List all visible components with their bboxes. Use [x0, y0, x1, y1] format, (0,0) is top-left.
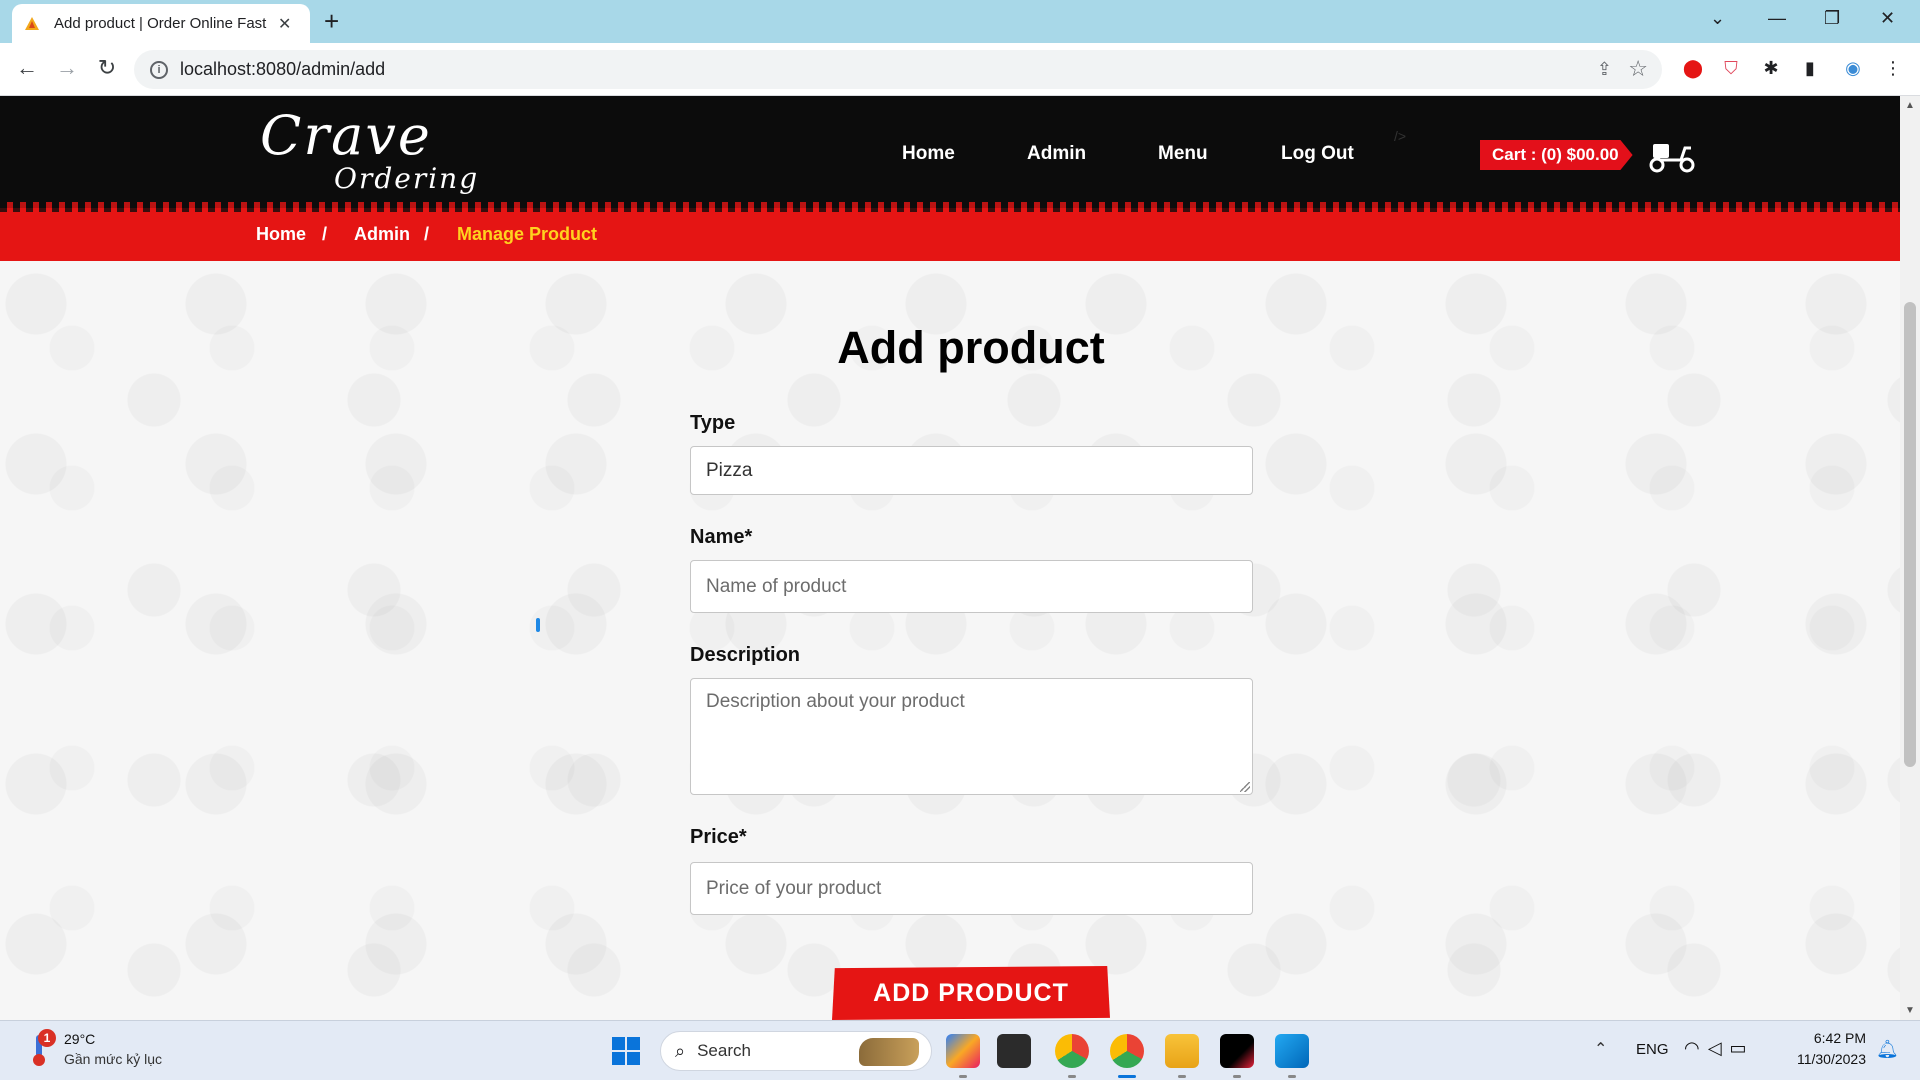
- intellij-app-icon[interactable]: [1220, 1034, 1254, 1078]
- site-header: Crave Ordering Home Admin Menu Log Out /…: [0, 96, 1900, 208]
- windows-start-icon[interactable]: [612, 1037, 640, 1065]
- tray-wifi-volume-battery-icon[interactable]: ◠◁▭: [1684, 1038, 1755, 1059]
- file-explorer-app-icon[interactable]: [1165, 1034, 1199, 1078]
- clock-date[interactable]: 11/30/2023: [1786, 1051, 1866, 1067]
- site-favicon-icon: [25, 16, 39, 30]
- site-info-icon[interactable]: i: [150, 60, 168, 79]
- close-window-icon[interactable]: ✕: [1880, 8, 1895, 29]
- nav-home[interactable]: Home: [902, 143, 955, 165]
- taskbar: 1 29°C Gần mức kỷ lục ⌕ Search ⌃ ENG ◠◁▭…: [0, 1020, 1920, 1080]
- stray-markup-text: />: [1394, 128, 1407, 144]
- close-tab-icon[interactable]: ✕: [278, 14, 291, 34]
- cart-button[interactable]: Cart : (0) $00.00: [1480, 140, 1633, 170]
- add-product-button[interactable]: ADD PRODUCT: [832, 966, 1110, 1020]
- side-panel-icon[interactable]: ▮: [1797, 55, 1823, 81]
- shield-extension-icon[interactable]: ⛉: [1718, 55, 1744, 81]
- browser-tab[interactable]: Add product | Order Online Fast ✕: [12, 4, 310, 43]
- price-label: Price*: [690, 826, 747, 848]
- input-language[interactable]: ENG: [1636, 1041, 1669, 1058]
- nav-logout[interactable]: Log Out: [1281, 143, 1354, 165]
- description-field[interactable]: Description about your product: [690, 678, 1253, 795]
- loading-indicator: [536, 618, 540, 632]
- forward-arrow-icon[interactable]: →: [52, 55, 82, 81]
- back-arrow-icon[interactable]: ←: [12, 55, 42, 81]
- delivery-scooter-icon[interactable]: [1647, 136, 1697, 174]
- taskbar-search[interactable]: ⌕ Search: [660, 1031, 932, 1071]
- price-field[interactable]: Price of your product: [690, 862, 1253, 915]
- resize-handle-icon[interactable]: [1240, 782, 1250, 792]
- breadcrumb-admin[interactable]: Admin: [354, 224, 410, 245]
- page-title: Add product: [837, 322, 1105, 373]
- minimize-icon[interactable]: —: [1768, 8, 1786, 29]
- weather-alert-badge: 1: [38, 1029, 56, 1047]
- menu-kebab-icon[interactable]: ⋮: [1880, 55, 1906, 81]
- description-placeholder: Description about your product: [706, 691, 965, 712]
- type-field[interactable]: Pizza: [690, 446, 1253, 495]
- task-view-app-icon[interactable]: [997, 1034, 1031, 1068]
- type-label: Type: [690, 412, 736, 434]
- copilot-preview-app-icon[interactable]: [946, 1034, 980, 1078]
- notification-bell-icon[interactable]: 🔔︎: [1876, 1039, 1899, 1060]
- weather-temperature[interactable]: 29°C: [64, 1031, 95, 1047]
- breadcrumb-separator: /: [424, 224, 430, 244]
- weather-description[interactable]: Gần mức kỷ lục: [64, 1051, 162, 1067]
- address-bar[interactable]: i localhost:8080/admin/add ⇪ ☆: [134, 50, 1662, 89]
- extensions-puzzle-icon[interactable]: ✱: [1758, 55, 1784, 81]
- page-content: Crave Ordering Home Admin Menu Log Out /…: [0, 96, 1900, 1020]
- scrollbar-thumb[interactable]: [1904, 302, 1916, 767]
- scroll-up-icon[interactable]: ▲: [1905, 100, 1915, 111]
- breadcrumb-current: Manage Product: [457, 224, 598, 244]
- tray-overflow-chevron-icon[interactable]: ⌃: [1594, 1039, 1607, 1059]
- name-label: Name*: [690, 526, 753, 548]
- breadcrumb-separator: /: [322, 224, 328, 244]
- address-url: localhost:8080/admin/add: [180, 59, 386, 79]
- nav-admin[interactable]: Admin: [1027, 143, 1086, 165]
- page-scrollbar[interactable]: ▲ ▼: [1900, 96, 1920, 1020]
- breadcrumb: Home / Admin / Manage Product: [0, 202, 1900, 261]
- search-label: Search: [697, 1041, 751, 1060]
- chrome-active-app-icon[interactable]: [1110, 1034, 1144, 1078]
- chrome-app-icon[interactable]: [1055, 1034, 1089, 1078]
- vscode-app-icon[interactable]: [1275, 1034, 1309, 1078]
- torn-edge-decoration: [0, 202, 1900, 212]
- logo-line-2: Ordering: [334, 162, 480, 195]
- bookmark-star-icon[interactable]: ☆: [1628, 56, 1648, 82]
- restore-icon[interactable]: ❐: [1824, 8, 1840, 29]
- search-icon: ⌕: [675, 1040, 686, 1061]
- logo-line-1: Crave: [260, 104, 432, 167]
- name-field[interactable]: Name of product: [690, 560, 1253, 613]
- scroll-down-icon[interactable]: ▼: [1905, 1005, 1915, 1016]
- reload-icon[interactable]: ↻: [92, 55, 122, 81]
- profile-avatar-icon[interactable]: ◉: [1840, 55, 1866, 81]
- site-logo[interactable]: Crave Ordering: [260, 108, 479, 194]
- tab-search-chevron-icon[interactable]: ⌄: [1710, 8, 1725, 29]
- breadcrumb-home[interactable]: Home: [256, 224, 306, 245]
- browser-tab-bar: Add product | Order Online Fast ✕ + ⌄ — …: [0, 0, 1920, 43]
- description-label: Description: [690, 644, 801, 666]
- share-icon[interactable]: ⇪: [1597, 59, 1612, 80]
- new-tab-button[interactable]: +: [324, 6, 339, 36]
- search-highlight-image: [859, 1038, 919, 1066]
- browser-toolbar: ← → ↻ i localhost:8080/admin/add ⇪ ☆ ⬤ ⛉…: [0, 43, 1920, 96]
- tab-title: Add product | Order Online Fast: [54, 15, 267, 32]
- clock-time[interactable]: 6:42 PM: [1786, 1030, 1866, 1046]
- nav-menu[interactable]: Menu: [1158, 143, 1208, 165]
- opera-extension-icon[interactable]: ⬤: [1680, 55, 1706, 81]
